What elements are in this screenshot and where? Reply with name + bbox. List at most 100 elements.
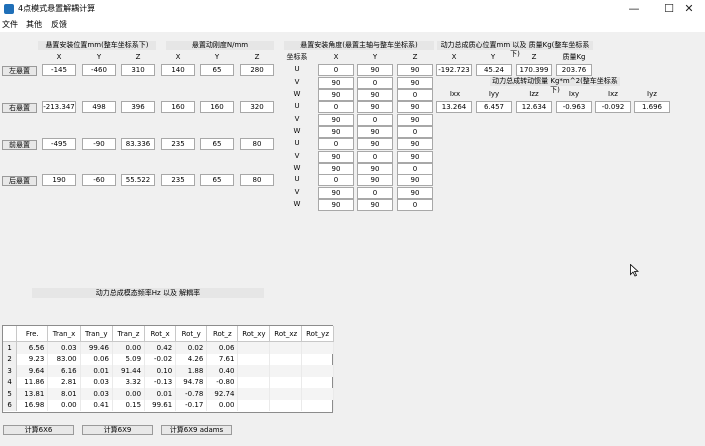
table-cell[interactable] xyxy=(269,399,303,411)
table-cell[interactable] xyxy=(301,376,334,388)
table-cell[interactable] xyxy=(301,341,334,354)
mount-2-angle-ux-field[interactable]: 0 xyxy=(318,138,354,150)
mount-1-angle-uy-field[interactable]: 90 xyxy=(357,101,393,113)
table-cell[interactable]: 0.42 xyxy=(144,341,177,354)
results-column-header[interactable]: Rot_xy xyxy=(237,326,271,342)
table-cell[interactable]: 0.00 xyxy=(112,388,146,400)
mount-0-angle-uz-field[interactable]: 90 xyxy=(397,64,433,76)
mount-1-pos-z-field[interactable]: 396 xyxy=(121,101,155,113)
table-cell[interactable]: 6.16 xyxy=(47,365,81,377)
mount-1-angle-wz-field[interactable]: 0 xyxy=(397,126,433,138)
mount-0-angle-wx-field[interactable]: 90 xyxy=(318,89,354,101)
mount-1-pos-y-field[interactable]: 498 xyxy=(82,101,116,113)
mount-0-name-button[interactable]: 左悬置 xyxy=(2,66,37,76)
mount-3-angle-vy-field[interactable]: 0 xyxy=(357,186,393,199)
table-cell[interactable]: 0.00 xyxy=(47,399,81,411)
table-cell[interactable]: 0.03 xyxy=(80,388,113,400)
mount-0-pos-x-field[interactable]: -145 xyxy=(42,64,76,76)
mount-0-angle-wz-field[interactable]: 0 xyxy=(397,89,433,101)
mount-2-angle-uy-field[interactable]: 90 xyxy=(357,138,393,150)
table-cell[interactable]: 9.64 xyxy=(16,365,49,377)
mount-0-angle-ux-field[interactable]: 0 xyxy=(318,64,354,76)
mount-3-stiff-x-field[interactable]: 235 xyxy=(161,174,195,186)
mount-1-angle-vx-field[interactable]: 90 xyxy=(318,113,354,126)
centroid-y-field[interactable]: 45.24 xyxy=(476,64,512,76)
row-header[interactable]: 6 xyxy=(3,399,18,411)
mount-2-name-button[interactable]: 前悬置 xyxy=(2,140,37,150)
mount-3-pos-z-field[interactable]: 55.522 xyxy=(121,174,155,186)
table-cell[interactable] xyxy=(269,341,303,354)
mount-0-stiff-x-field[interactable]: 140 xyxy=(161,64,195,76)
mount-2-angle-vy-field[interactable]: 0 xyxy=(357,150,393,163)
results-column-header[interactable]: Tran_z xyxy=(112,326,146,342)
mount-2-pos-z-field[interactable]: 83.336 xyxy=(121,138,155,150)
mount-3-pos-y-field[interactable]: -60 xyxy=(82,174,116,186)
mount-1-angle-wy-field[interactable]: 90 xyxy=(357,126,393,138)
mount-3-angle-vx-field[interactable]: 90 xyxy=(318,186,354,199)
table-cell[interactable]: 8.01 xyxy=(47,388,81,400)
mount-3-name-button[interactable]: 后悬置 xyxy=(2,176,37,186)
table-cell[interactable]: 0.40 xyxy=(206,365,239,377)
table-row[interactable]: 4 11.86 2.81 0.03 3.32 -0.13 94.78 -0.80 xyxy=(3,376,334,388)
table-cell[interactable]: 91.44 xyxy=(112,365,146,377)
table-cell[interactable]: 5.09 xyxy=(112,353,146,365)
mount-0-angle-vz-field[interactable]: 90 xyxy=(397,76,433,89)
table-cell[interactable] xyxy=(301,399,334,411)
table-row[interactable]: 2 9.23 83.00 0.06 5.09 -0.02 4.26 7.61 xyxy=(3,353,334,365)
mount-0-stiff-y-field[interactable]: 65 xyxy=(200,64,234,76)
results-column-header[interactable]: Rot_xz xyxy=(269,326,303,342)
table-cell[interactable]: 83.00 xyxy=(47,353,81,365)
results-column-header[interactable]: Fre. xyxy=(16,326,49,342)
mount-1-angle-vy-field[interactable]: 0 xyxy=(357,113,393,126)
row-header[interactable]: 3 xyxy=(3,365,18,377)
mount-1-angle-uz-field[interactable]: 90 xyxy=(397,101,433,113)
iyy-field[interactable]: 6.457 xyxy=(476,101,512,113)
table-cell[interactable]: 4.26 xyxy=(175,353,208,365)
table-cell[interactable] xyxy=(269,353,303,365)
mount-2-angle-vz-field[interactable]: 90 xyxy=(397,150,433,163)
table-cell[interactable]: 3.32 xyxy=(112,376,146,388)
row-header[interactable]: 2 xyxy=(3,353,18,365)
mount-3-angle-ux-field[interactable]: 0 xyxy=(318,174,354,186)
table-cell[interactable]: -0.13 xyxy=(144,376,177,388)
table-cell[interactable] xyxy=(237,376,271,388)
mount-1-angle-ux-field[interactable]: 0 xyxy=(318,101,354,113)
table-cell[interactable]: 6.56 xyxy=(16,341,49,354)
table-cell[interactable]: 0.03 xyxy=(80,376,113,388)
table-cell[interactable]: 1.88 xyxy=(175,365,208,377)
minimize-button[interactable]: — xyxy=(617,0,651,18)
table-cell[interactable]: -0.78 xyxy=(175,388,208,400)
table-cell[interactable] xyxy=(301,388,334,400)
ixy-field[interactable]: -0.963 xyxy=(556,101,592,113)
results-column-header[interactable]: Rot_x xyxy=(144,326,177,342)
iyz-field[interactable]: 1.696 xyxy=(634,101,670,113)
mount-0-angle-wy-field[interactable]: 90 xyxy=(357,89,393,101)
table-cell[interactable]: 0.00 xyxy=(112,341,146,354)
table-cell[interactable]: 0.02 xyxy=(175,341,208,354)
table-cell[interactable]: 7.61 xyxy=(206,353,239,365)
results-column-header[interactable]: Tran_x xyxy=(47,326,81,342)
table-cell[interactable]: 99.46 xyxy=(80,341,113,354)
mount-3-angle-vz-field[interactable]: 90 xyxy=(397,186,433,199)
table-cell[interactable]: 0.00 xyxy=(206,399,239,411)
mass-field[interactable]: 203.76 xyxy=(556,64,592,76)
table-row[interactable]: 5 13.81 8.01 0.03 0.00 0.01 -0.78 92.74 xyxy=(3,388,334,400)
table-cell[interactable]: -0.02 xyxy=(144,353,177,365)
table-cell[interactable] xyxy=(269,388,303,400)
mount-3-stiff-z-field[interactable]: 80 xyxy=(240,174,274,186)
mount-0-angle-vy-field[interactable]: 0 xyxy=(357,76,393,89)
row-header[interactable]: 4 xyxy=(3,376,18,388)
row-header[interactable]: 1 xyxy=(3,341,18,354)
ixx-field[interactable]: 13.264 xyxy=(436,101,472,113)
ixz-field[interactable]: -0.092 xyxy=(595,101,631,113)
results-column-header[interactable]: Rot_y xyxy=(175,326,208,342)
table-cell[interactable]: 0.01 xyxy=(144,388,177,400)
table-cell[interactable] xyxy=(237,399,271,411)
mount-1-angle-vz-field[interactable]: 90 xyxy=(397,113,433,126)
mount-3-angle-wz-field[interactable]: 0 xyxy=(397,199,433,211)
calc-6x9-adams-button[interactable]: 计算6X9 adams xyxy=(161,425,232,435)
table-cell[interactable] xyxy=(237,388,271,400)
table-cell[interactable] xyxy=(301,365,334,377)
mount-0-angle-vx-field[interactable]: 90 xyxy=(318,76,354,89)
mount-2-stiff-y-field[interactable]: 65 xyxy=(200,138,234,150)
